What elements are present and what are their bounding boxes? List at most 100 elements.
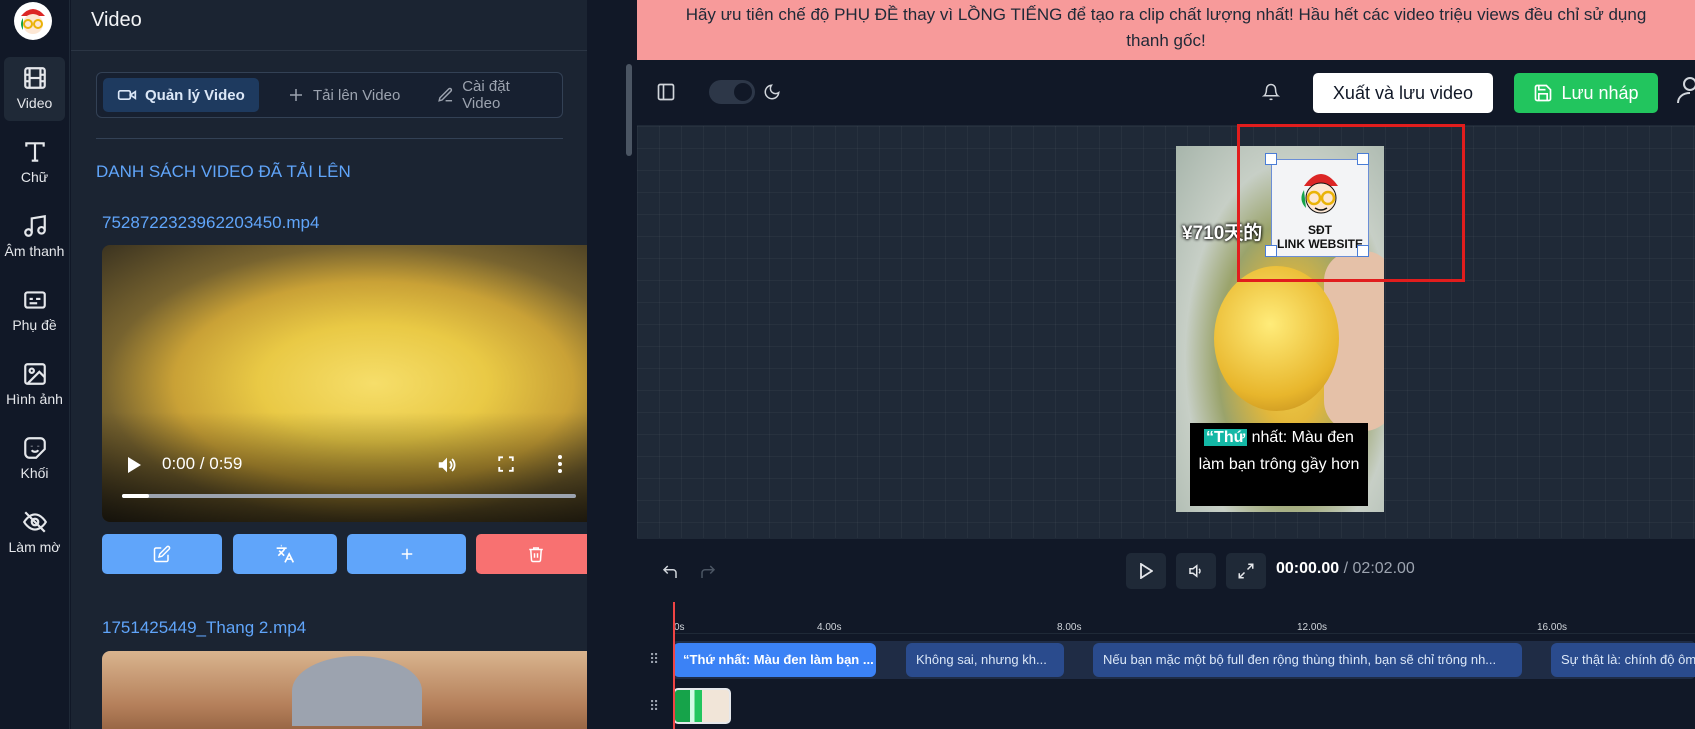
- sidebar-item-label: Chữ: [20, 169, 49, 185]
- time-separator: /: [1343, 560, 1349, 577]
- video-time: 0:00 / 0:59: [162, 454, 243, 473]
- sidebar-item-text[interactable]: Chữ: [4, 131, 65, 195]
- undo-icon[interactable]: [661, 563, 679, 581]
- left-rail: Video Chữ Âm thanh Phụ đề Hình ảnh Khối …: [0, 0, 70, 729]
- sidebar-item-image[interactable]: Hình ảnh: [4, 353, 65, 417]
- save-draft-label: Lưu nháp: [1561, 82, 1639, 103]
- subtitles-icon: [23, 291, 46, 309]
- theme-toggle[interactable]: [709, 80, 755, 104]
- add-video-button[interactable]: [347, 534, 466, 574]
- subtitle-clip[interactable]: “Thứ nhất: Màu đen làm bạn ...: [673, 643, 876, 677]
- eye-off-icon: [22, 511, 47, 533]
- current-time: 00:00.00: [1276, 560, 1340, 577]
- sidebar-item-blocks[interactable]: Khối: [4, 427, 65, 491]
- video-clip[interactable]: [673, 688, 731, 724]
- video-controls: 0:00 / 0:59: [102, 448, 587, 478]
- subtitle-clip[interactable]: Nếu bạn mặc một bộ full đen rộng thùng t…: [1093, 643, 1522, 677]
- edit-video-button[interactable]: [102, 534, 222, 574]
- editor-canvas[interactable]: ¥710天的e SĐT LINK WEBSITE “Thứ nhất: Màu …: [637, 124, 1695, 538]
- volume-icon[interactable]: [436, 454, 458, 476]
- edit-icon: [153, 545, 171, 563]
- playback-time: 00:00.00 / 02:02.00: [1276, 560, 1415, 578]
- play-icon[interactable]: [126, 456, 142, 474]
- panel-scrollbar-thumb[interactable]: [626, 64, 632, 156]
- subtitle-highlight: “Thứ: [1204, 429, 1248, 446]
- total-time: 02:02.00: [1352, 560, 1415, 577]
- video-progress-fill: [122, 494, 150, 498]
- mute-button[interactable]: [1176, 553, 1216, 589]
- ruler-tick: 12.00s: [1297, 622, 1328, 633]
- section-title: DANH SÁCH VIDEO ĐÃ TẢI LÊN: [96, 162, 351, 181]
- edit-icon: [438, 87, 453, 102]
- play-button[interactable]: [1126, 553, 1166, 589]
- sidebar-item-label: Làm mờ: [8, 539, 61, 555]
- more-vertical-icon[interactable]: [557, 454, 563, 474]
- translate-icon: [276, 544, 295, 563]
- sidebar-item-label: Video: [16, 95, 53, 111]
- editor-topbar: Xuất và lưu video Lưu nháp: [637, 60, 1695, 126]
- video-progress-bar[interactable]: [122, 494, 576, 498]
- subtitle-track[interactable]: “Thứ nhất: Màu đen làm bạn ... Không sai…: [673, 641, 1695, 679]
- subtitle-clip[interactable]: Sự thật là: chính độ ôm: [1551, 643, 1695, 677]
- video-camera-icon: [117, 90, 137, 100]
- playhead[interactable]: [673, 602, 675, 729]
- translate-video-button[interactable]: [233, 534, 337, 574]
- ruler-tick: 16.00s: [1537, 622, 1568, 633]
- sidebar-item-audio[interactable]: Âm thanh: [4, 205, 65, 269]
- user-icon[interactable]: [1676, 75, 1695, 105]
- panel-toggle-icon[interactable]: [656, 82, 676, 102]
- tab-video-settings[interactable]: Cài đặt Video: [423, 78, 562, 112]
- delete-video-button[interactable]: [476, 534, 587, 574]
- fullscreen-button[interactable]: [1226, 553, 1266, 589]
- sidebar-item-label: Âm thanh: [4, 243, 65, 259]
- sidebar-item-label: Hình ảnh: [6, 391, 63, 407]
- panel-title: Video: [91, 9, 142, 31]
- drag-handle-icon[interactable]: ⠿: [649, 698, 659, 715]
- music-icon: [23, 214, 46, 237]
- video-filename[interactable]: 7528722323962203450.mp4: [102, 213, 319, 233]
- redo-icon[interactable]: [699, 563, 717, 581]
- moon-icon[interactable]: [763, 83, 781, 101]
- plus-icon: [290, 89, 302, 101]
- video-player[interactable]: 0:00 / 0:59: [102, 245, 587, 522]
- tab-label: Tải lên Video: [313, 86, 401, 104]
- image-icon: [23, 363, 46, 385]
- fullscreen-icon[interactable]: [497, 455, 515, 473]
- app-logo[interactable]: [14, 2, 52, 40]
- sidebar-item-blur[interactable]: Làm mờ: [4, 501, 65, 565]
- drag-handle-icon[interactable]: ⠿: [649, 651, 659, 668]
- video-filename[interactable]: 1751425449_Thang 2.mp4: [102, 618, 306, 638]
- save-draft-button[interactable]: Lưu nháp: [1514, 73, 1658, 113]
- sticker-icon: [23, 437, 46, 459]
- bell-icon[interactable]: [1262, 83, 1280, 101]
- ruler-tick: 8.00s: [1057, 622, 1082, 633]
- timeline-ruler[interactable]: 0s 16.00s 12.00s 8.00s 4.00s: [673, 602, 1695, 634]
- tab-label: Quản lý Video: [145, 86, 245, 104]
- preview-food: [1214, 266, 1339, 411]
- sidebar-item-video[interactable]: Video: [4, 57, 65, 121]
- sidebar-item-label: Phụ đề: [12, 317, 57, 333]
- player-bar: 00:00.00 / 02:02.00: [637, 538, 1695, 602]
- trash-icon: [529, 547, 543, 563]
- tab-manage-video[interactable]: Quản lý Video: [103, 78, 259, 112]
- plus-icon: [401, 548, 412, 560]
- tab-upload-video[interactable]: Tải lên Video: [273, 78, 414, 112]
- panel-tabs: Quản lý Video Tải lên Video Cài đặt Vide…: [96, 72, 563, 118]
- banner-line: thanh gốc!: [1126, 31, 1206, 50]
- toggle-knob: [734, 83, 752, 101]
- timeline[interactable]: 0s 16.00s 12.00s 8.00s 4.00s ⠿ “Thứ nhất…: [637, 602, 1695, 729]
- export-save-button[interactable]: Xuất và lưu video: [1313, 73, 1493, 113]
- save-icon: [1535, 84, 1552, 102]
- subtitle-clip[interactable]: Không sai, nhưng kh...: [906, 643, 1064, 677]
- volume-icon: [1189, 564, 1201, 578]
- video-thumbnail[interactable]: [102, 651, 587, 729]
- banner-line: Hãy ưu tiên chế độ PHỤ ĐỀ thay vì LỒNG T…: [685, 5, 1647, 24]
- sidebar-item-label: Khối: [20, 465, 49, 481]
- film-icon: [23, 67, 46, 89]
- subtitle-overlay[interactable]: “Thứ nhất: Màu đen làm bạn trông gầy hơn: [1190, 423, 1368, 506]
- text-icon: [24, 142, 45, 162]
- tip-banner: Hãy ưu tiên chế độ PHỤ ĐỀ thay vì LỒNG T…: [637, 0, 1695, 60]
- play-icon: [1140, 563, 1153, 579]
- divider: [71, 50, 587, 51]
- sidebar-item-subtitles[interactable]: Phụ đề: [4, 279, 65, 343]
